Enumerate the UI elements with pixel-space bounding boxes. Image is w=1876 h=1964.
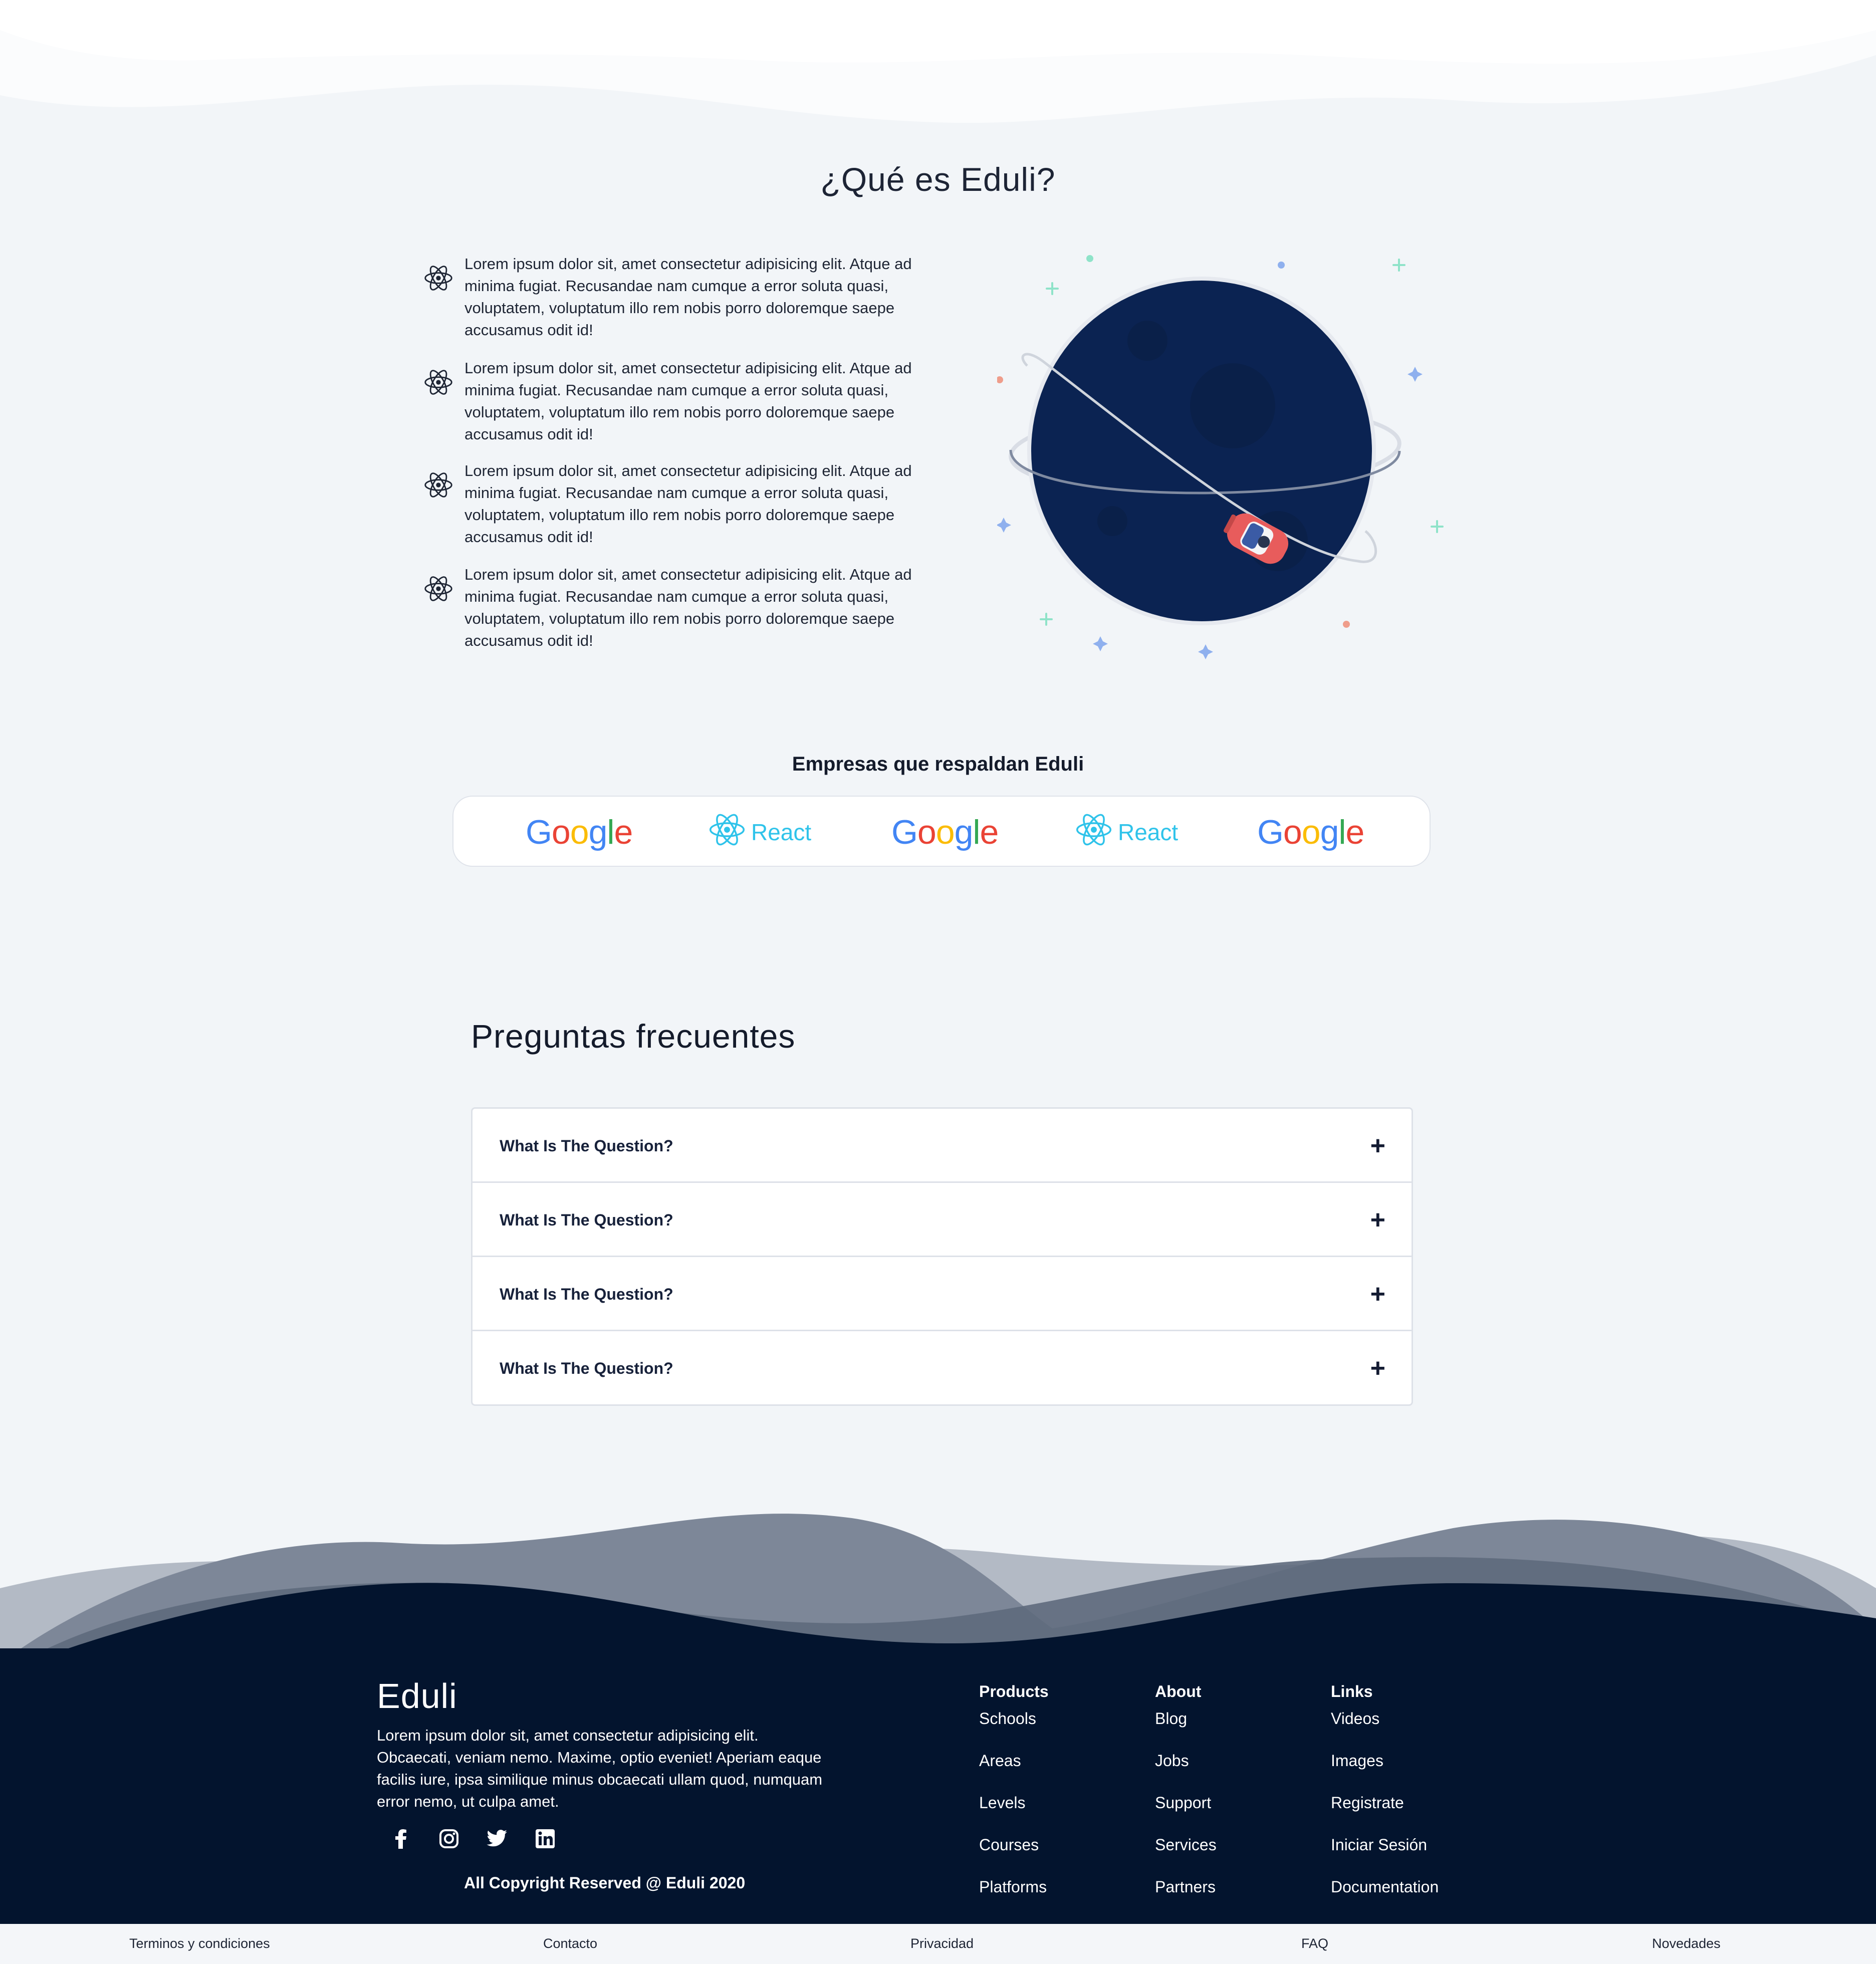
footer-link[interactable]: Platforms	[979, 1876, 1049, 1918]
faq-question[interactable]: What Is The Question?	[500, 1257, 673, 1331]
footer-link[interactable]: Support	[1155, 1792, 1217, 1834]
faq-item[interactable]: What Is The Question? +	[473, 1183, 1412, 1257]
instagram-icon[interactable]	[434, 1824, 464, 1854]
twitter-icon[interactable]	[482, 1824, 512, 1854]
faq-question[interactable]: What Is The Question?	[500, 1183, 673, 1257]
footer-link[interactable]: Courses	[979, 1834, 1049, 1876]
google-wordmark: Google	[1257, 813, 1364, 851]
footer-brand[interactable]: Eduli	[377, 1676, 457, 1716]
footer-link[interactable]: Schools	[979, 1707, 1049, 1750]
plus-icon[interactable]: +	[1370, 1257, 1385, 1331]
plus-icon[interactable]: +	[1370, 1109, 1385, 1183]
react-wordmark: React	[1118, 819, 1179, 845]
linkedin-icon[interactable]	[530, 1824, 560, 1854]
planet-with-car-illustration	[997, 255, 1444, 659]
footer	[0, 1648, 1876, 1924]
faq-item[interactable]: What Is The Question? +	[473, 1109, 1412, 1183]
footer-column-heading: Products	[979, 1682, 1049, 1700]
footer-link[interactable]: Images	[1331, 1750, 1439, 1792]
bottom-link[interactable]: Contacto	[543, 1936, 597, 1951]
react-atom-icon	[423, 367, 455, 399]
feature-text: Lorem ipsum dolor sit, amet consectetur …	[464, 462, 912, 546]
react-logo[interactable]: React	[1075, 797, 1178, 868]
footer-link[interactable]: Iniciar Sesión	[1331, 1834, 1439, 1876]
footer-description: Lorem ipsum dolor sit, amet consectetur …	[377, 1727, 823, 1810]
footer-column-heading: About	[1155, 1682, 1202, 1700]
react-logo[interactable]: React	[708, 797, 811, 868]
plus-icon[interactable]: +	[1370, 1331, 1385, 1404]
footer-link[interactable]: Partners	[1155, 1876, 1217, 1918]
copyright-text: All Copyright Reserved @ Eduli 2020	[464, 1874, 746, 1892]
footer-column-products: Products Schools Areas Levels Courses Platfor…	[979, 1682, 1049, 1918]
footer-link[interactable]: Documentation	[1331, 1876, 1439, 1918]
footer-column-links: Links Videos Images Registrate Iniciar Sesió…	[1331, 1682, 1439, 1918]
feature-text: Lorem ipsum dolor sit, amet consectetur …	[464, 566, 912, 649]
footer-link[interactable]: Registrate	[1331, 1792, 1439, 1834]
faq-title: Preguntas frecuentes	[471, 1018, 796, 1055]
google-logo[interactable]: Google	[526, 797, 633, 868]
footer-wave-decoration	[0, 1514, 1876, 1673]
faq-item[interactable]: What Is The Question? +	[473, 1257, 1412, 1331]
react-atom-icon	[423, 263, 455, 295]
google-logo[interactable]: Google	[891, 797, 999, 868]
sponsors-logo-bar: Google React Google React Google	[452, 796, 1431, 867]
sponsors-title: Empresas que respaldan Eduli	[792, 753, 1084, 775]
google-wordmark: Google	[526, 813, 633, 851]
react-atom-icon	[423, 574, 455, 606]
react-atom-icon	[423, 470, 455, 502]
facebook-icon[interactable]	[386, 1824, 416, 1854]
section-title-what: ¿Qué es Eduli?	[820, 161, 1056, 198]
footer-column-about: About Blog Jobs Support Services Partners	[1155, 1682, 1217, 1918]
footer-link[interactable]: Services	[1155, 1834, 1217, 1876]
feature-text: Lorem ipsum dolor sit, amet consectetur …	[464, 359, 912, 443]
google-logo[interactable]: Google	[1257, 797, 1364, 868]
faq-accordion: What Is The Question? + What Is The Questi…	[471, 1107, 1413, 1406]
faq-item[interactable]: What Is The Question? +	[473, 1331, 1412, 1404]
react-atom-icon	[708, 811, 746, 854]
bottom-link[interactable]: Privacidad	[910, 1936, 974, 1951]
plus-icon[interactable]: +	[1370, 1183, 1385, 1257]
bottom-link[interactable]: Terminos y condiciones	[129, 1936, 270, 1951]
feature-text: Lorem ipsum dolor sit, amet consectetur …	[464, 255, 912, 339]
footer-link[interactable]: Blog	[1155, 1707, 1217, 1750]
footer-link[interactable]: Levels	[979, 1792, 1049, 1834]
footer-link[interactable]: Areas	[979, 1750, 1049, 1792]
bottom-link[interactable]: Novedades	[1652, 1936, 1721, 1951]
react-atom-icon	[1075, 811, 1113, 854]
top-wave-decoration	[0, 0, 1876, 123]
footer-link[interactable]: Videos	[1331, 1707, 1439, 1750]
footer-link[interactable]: Jobs	[1155, 1750, 1217, 1792]
bottom-link[interactable]: FAQ	[1301, 1936, 1328, 1951]
footer-column-heading: Links	[1331, 1682, 1373, 1700]
faq-question[interactable]: What Is The Question?	[500, 1109, 673, 1183]
google-wordmark: Google	[891, 813, 999, 851]
faq-question[interactable]: What Is The Question?	[500, 1331, 673, 1404]
react-wordmark: React	[751, 819, 812, 845]
